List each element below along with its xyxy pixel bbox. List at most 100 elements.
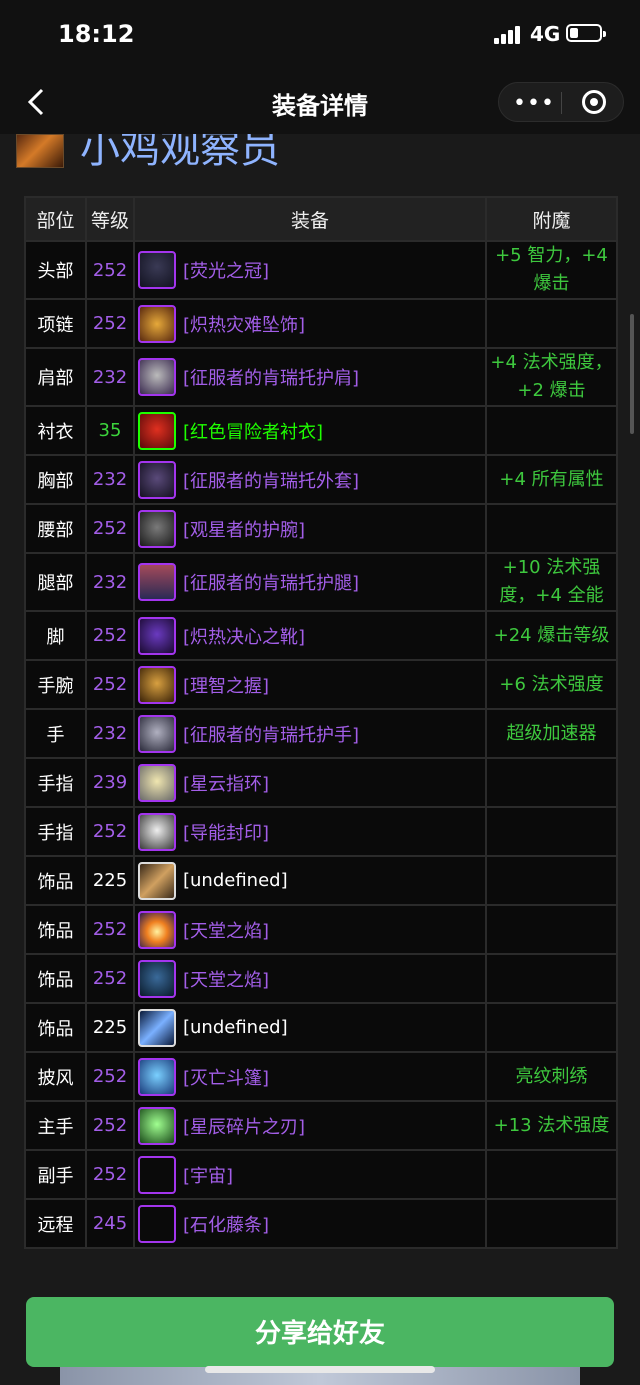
row-item[interactable]: [征服者的肯瑞托护腿]	[133, 552, 487, 612]
row-item[interactable]: [星辰碎片之刃]	[133, 1100, 487, 1151]
item-icon	[138, 616, 176, 655]
item-name-link[interactable]: [石化藤条]	[183, 1211, 269, 1237]
status-bar: 18:12 4G	[0, 0, 640, 70]
row-item[interactable]: [导能封印]	[133, 806, 487, 857]
table-row[interactable]: 主手 252 [星辰碎片之刃] +13 法术强度	[24, 1100, 618, 1151]
item-name-link[interactable]: [星辰碎片之刃]	[183, 1113, 305, 1139]
row-level: 252	[85, 1100, 135, 1151]
row-enchant: +24 爆击等级	[485, 610, 618, 661]
scrollbar[interactable]	[630, 314, 634, 434]
table-row[interactable]: 手指 252 [导能封印]	[24, 806, 618, 857]
table-row[interactable]: 手腕 252 [理智之握] +6 法术强度	[24, 659, 618, 710]
table-row[interactable]: 腿部 232 [征服者的肯瑞托护腿] +10 法术强度，+4 全能	[24, 552, 618, 612]
table-row[interactable]: 远程 245 [石化藤条]	[24, 1198, 618, 1249]
row-level: 245	[85, 1198, 135, 1249]
row-enchant: +6 法术强度	[485, 659, 618, 710]
home-indicator	[205, 1366, 435, 1373]
item-icon	[138, 714, 176, 753]
row-enchant: +4 所有属性	[485, 454, 618, 505]
row-item[interactable]: [炽热灾难坠饰]	[133, 298, 487, 349]
row-item[interactable]: [荧光之冠]	[133, 240, 487, 300]
row-item[interactable]: [红色冒险者衬衣]	[133, 405, 487, 456]
item-icon	[138, 1008, 176, 1047]
table-row[interactable]: 腰部 252 [观星者的护腕]	[24, 503, 618, 554]
item-name-link[interactable]: [征服者的肯瑞托护腿]	[183, 569, 359, 595]
row-slot: 衬衣	[24, 405, 87, 456]
battery-icon	[566, 24, 606, 42]
item-icon	[138, 509, 176, 548]
mini-program-capsule: •••	[498, 82, 624, 122]
row-item[interactable]: [星云指环]	[133, 757, 487, 808]
table-row[interactable]: 头部 252 [荧光之冠] +5 智力，+4 爆击	[24, 240, 618, 300]
item-icon	[138, 665, 176, 704]
row-item[interactable]: [征服者的肯瑞托护肩]	[133, 347, 487, 407]
row-item[interactable]: [灭亡斗篷]	[133, 1051, 487, 1102]
row-enchant	[485, 1198, 618, 1249]
item-name-link[interactable]: [星云指环]	[183, 770, 269, 796]
row-enchant: 亮纹刺绣	[485, 1051, 618, 1102]
item-name-link[interactable]: [灭亡斗篷]	[183, 1064, 269, 1090]
item-icon	[138, 460, 176, 499]
item-name-link[interactable]: [征服者的肯瑞托外套]	[183, 467, 359, 493]
table-row[interactable]: 衬衣 35 [红色冒险者衬衣]	[24, 405, 618, 456]
table-row[interactable]: 饰品 225 [undefined]	[24, 855, 618, 906]
row-item[interactable]: [征服者的肯瑞托护手]	[133, 708, 487, 759]
table-row[interactable]: 副手 252 [宇宙]	[24, 1149, 618, 1200]
row-item[interactable]: [观星者的护腕]	[133, 503, 487, 554]
table-row[interactable]: 脚 252 [炽热决心之靴] +24 爆击等级	[24, 610, 618, 661]
row-level: 225	[85, 1002, 135, 1053]
item-name-link[interactable]: [炽热决心之靴]	[183, 623, 305, 649]
table-row[interactable]: 饰品 252 [天堂之焰]	[24, 953, 618, 1004]
row-slot: 饰品	[24, 1002, 87, 1053]
more-button[interactable]: •••	[513, 91, 555, 116]
item-name-link[interactable]: [宇宙]	[183, 1162, 233, 1188]
close-program-button[interactable]	[582, 90, 606, 114]
item-name-link[interactable]: [观星者的护腕]	[183, 516, 305, 542]
row-level: 252	[85, 806, 135, 857]
row-item[interactable]: [undefined]	[133, 855, 487, 906]
item-name-link[interactable]: [天堂之焰]	[183, 966, 269, 992]
row-enchant: +13 法术强度	[485, 1100, 618, 1151]
item-icon	[138, 411, 176, 450]
item-name-link[interactable]: [天堂之焰]	[183, 917, 269, 943]
row-level: 232	[85, 454, 135, 505]
item-name-link[interactable]: [征服者的肯瑞托护肩]	[183, 364, 359, 390]
table-row[interactable]: 饰品 252 [天堂之焰]	[24, 904, 618, 955]
row-item[interactable]: [石化藤条]	[133, 1198, 487, 1249]
table-row[interactable]: 胸部 232 [征服者的肯瑞托外套] +4 所有属性	[24, 454, 618, 505]
row-item[interactable]: [undefined]	[133, 1002, 487, 1053]
equipment-table: 部位 等级 装备 附魔 头部 252 [荧光之冠] +5 智力，+4 爆击 项链 252[…	[24, 196, 618, 1249]
item-icon	[138, 1057, 176, 1096]
item-name-link[interactable]: [理智之握]	[183, 672, 269, 698]
row-item[interactable]: [理智之握]	[133, 659, 487, 710]
table-row[interactable]: 披风 252 [灭亡斗篷] 亮纹刺绣	[24, 1051, 618, 1102]
row-level: 252	[85, 659, 135, 710]
table-row[interactable]: 手指 239 [星云指环]	[24, 757, 618, 808]
table-row[interactable]: 肩部 232 [征服者的肯瑞托护肩] +4 法术强度，+2 爆击	[24, 347, 618, 407]
row-item[interactable]: [宇宙]	[133, 1149, 487, 1200]
row-level: 252	[85, 240, 135, 300]
row-slot: 主手	[24, 1100, 87, 1151]
row-slot: 头部	[24, 240, 87, 300]
share-button[interactable]: 分享给好友	[26, 1297, 614, 1367]
table-row[interactable]: 饰品 225 [undefined]	[24, 1002, 618, 1053]
item-name-link[interactable]: [undefined]	[183, 1017, 288, 1038]
row-item[interactable]: [征服者的肯瑞托外套]	[133, 454, 487, 505]
item-name-link[interactable]: [荧光之冠]	[183, 257, 269, 283]
item-icon	[138, 563, 176, 601]
row-slot: 手指	[24, 757, 87, 808]
row-enchant	[485, 757, 618, 808]
row-item[interactable]: [天堂之焰]	[133, 904, 487, 955]
table-row[interactable]: 项链 252 [炽热灾难坠饰]	[24, 298, 618, 349]
row-level: 239	[85, 757, 135, 808]
table-row[interactable]: 手 232 [征服者的肯瑞托护手] 超级加速器	[24, 708, 618, 759]
row-item[interactable]: [天堂之焰]	[133, 953, 487, 1004]
item-name-link[interactable]: [导能封印]	[183, 819, 269, 845]
row-enchant	[485, 298, 618, 349]
item-name-link[interactable]: [征服者的肯瑞托护手]	[183, 721, 359, 747]
item-name-link[interactable]: [undefined]	[183, 870, 288, 891]
row-enchant: 超级加速器	[485, 708, 618, 759]
row-item[interactable]: [炽热决心之靴]	[133, 610, 487, 661]
item-name-link[interactable]: [炽热灾难坠饰]	[183, 311, 305, 337]
item-name-link[interactable]: [红色冒险者衬衣]	[183, 418, 323, 444]
